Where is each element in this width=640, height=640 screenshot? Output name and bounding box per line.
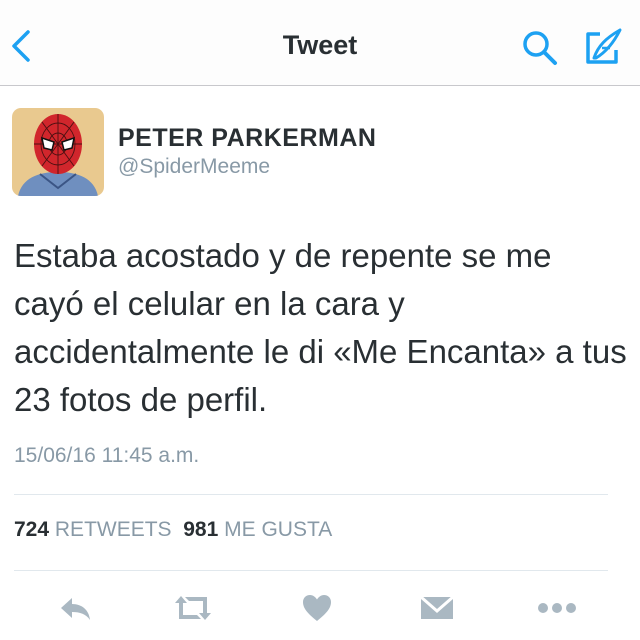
tweet-actions-bar <box>0 588 640 628</box>
reply-icon <box>61 598 90 620</box>
compose-icon <box>586 28 622 64</box>
dm-icon <box>420 595 454 619</box>
search-button[interactable] <box>518 26 562 70</box>
retweets-count: 724 <box>14 518 50 541</box>
likes-stat[interactable]: 981 ME GUSTA <box>183 518 332 541</box>
direct-message-button[interactable] <box>414 588 460 628</box>
retweets-label: RETWEETS <box>54 518 172 541</box>
retweet-button[interactable] <box>170 588 216 628</box>
divider <box>14 570 608 571</box>
tweet-text: Estaba acostado y de repente se me cayó … <box>14 237 627 418</box>
author-display-name[interactable]: PETER PARKERMAN <box>118 124 376 153</box>
divider <box>14 494 608 495</box>
compose-button[interactable] <box>580 24 626 70</box>
author-handle[interactable]: @SpiderMeeme <box>118 155 270 179</box>
reply-button[interactable] <box>52 588 98 628</box>
retweet-icon <box>175 596 211 620</box>
heart-icon <box>303 595 331 621</box>
more-button[interactable] <box>534 588 580 628</box>
spiderman-avatar-image <box>12 108 104 196</box>
tweet-timestamp: 15/06/16 11:45 a.m. <box>14 444 200 467</box>
avatar[interactable] <box>12 108 104 196</box>
likes-label: ME GUSTA <box>224 518 333 541</box>
like-button[interactable] <box>294 588 340 628</box>
more-icon <box>538 603 576 613</box>
retweets-stat[interactable]: 724 RETWEETS <box>14 518 172 541</box>
search-icon <box>523 31 557 65</box>
tweet-stats: 724 RETWEETS 981 ME GUSTA <box>14 518 332 542</box>
likes-count: 981 <box>183 518 219 541</box>
nav-bar: Tweet <box>0 0 640 86</box>
